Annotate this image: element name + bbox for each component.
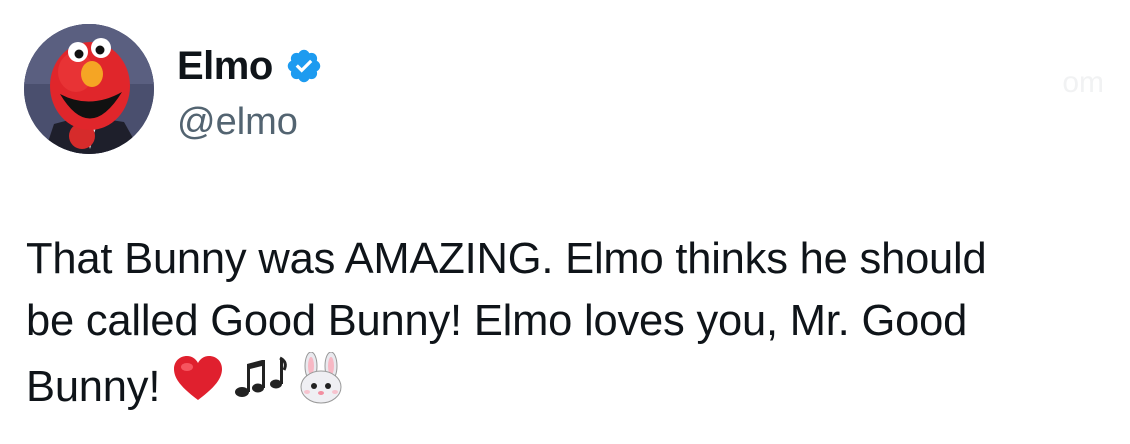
display-name[interactable]: Elmo — [177, 40, 273, 92]
rabbit-face-icon — [296, 351, 346, 421]
tweet-text-line: be called Good Bunny! Elmo loves you, Mr… — [26, 297, 968, 345]
avatar[interactable] — [24, 24, 154, 154]
tweet-text-segment: Bunny! — [26, 362, 161, 411]
user-handle[interactable]: @elmo — [177, 96, 298, 148]
elmo-avatar-icon — [24, 24, 154, 154]
tweet-text-line: Bunny! — [26, 351, 1116, 421]
tweet-card: Elmo @elmo om That Bunny was AMAZING. El… — [0, 0, 1130, 444]
watermark: om — [1062, 66, 1104, 99]
verified-badge-icon[interactable] — [285, 47, 323, 85]
tweet-text: That Bunny was AMAZING. Elmo thinks he s… — [26, 228, 1116, 421]
red-heart-icon — [172, 354, 224, 419]
musical-notes-icon — [232, 354, 288, 419]
name-row: Elmo — [177, 40, 323, 92]
tweet-text-line: That Bunny was AMAZING. Elmo thinks he s… — [26, 235, 987, 283]
